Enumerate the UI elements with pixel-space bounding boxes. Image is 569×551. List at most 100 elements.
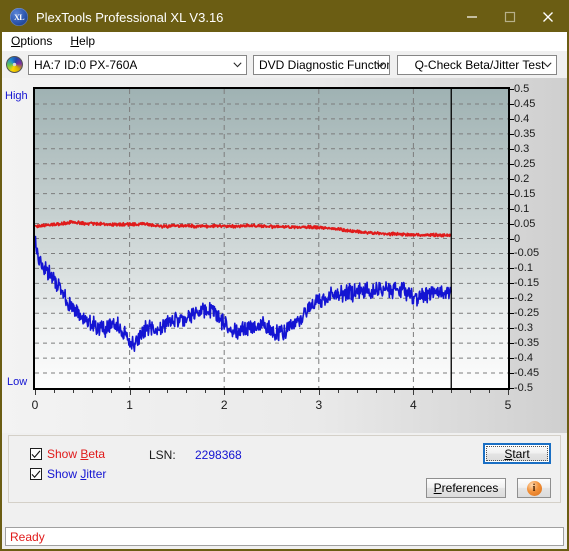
y-axis-tick-label: 0 xyxy=(514,232,521,245)
menu-help[interactable]: Help xyxy=(61,32,104,51)
test-select[interactable]: Q-Check Beta/Jitter Test xyxy=(397,54,557,75)
x-axis-minor-tick xyxy=(262,390,263,393)
y-axis-tick xyxy=(510,164,514,165)
x-axis-tick-label: 3 xyxy=(315,398,323,412)
start-button[interactable]: Start xyxy=(483,443,551,464)
statusbar: Ready xyxy=(5,527,564,546)
menu-help-label: elp xyxy=(79,34,96,48)
x-axis-minor-tick xyxy=(394,390,395,393)
y-axis-tick-label: -0.2 xyxy=(514,292,533,305)
x-axis-minor-tick xyxy=(489,390,490,393)
y-axis-tick-label: 0.25 xyxy=(514,157,536,170)
plot-inner xyxy=(35,89,508,388)
start-button-label: Start xyxy=(504,446,530,461)
x-axis-minor-tick xyxy=(186,390,187,393)
menu-options[interactable]: Options xyxy=(2,32,61,51)
maximize-icon[interactable] xyxy=(491,2,529,32)
y-axis-tick xyxy=(510,313,514,314)
show-beta-label: Show Beta xyxy=(47,447,106,461)
drive-select-label: HA:7 ID:0 PX-760A xyxy=(34,57,138,72)
y-axis-tick-label: 0.2 xyxy=(514,172,530,185)
y-axis-tick-label: -0.35 xyxy=(514,337,540,350)
axis-low-label: Low xyxy=(7,376,28,388)
x-axis-tick-label: 5 xyxy=(504,398,512,412)
info-button[interactable]: i xyxy=(517,478,551,498)
y-axis-tick xyxy=(510,89,514,90)
function-select-label: DVD Diagnostic Functions xyxy=(259,57,389,72)
y-axis-tick xyxy=(510,268,514,269)
x-axis-minor-tick xyxy=(300,390,301,393)
x-axis-minor-tick xyxy=(73,390,74,393)
x-axis-minor-tick xyxy=(376,390,377,393)
y-axis-tick-label: -0.15 xyxy=(514,277,540,290)
x-axis-minor-tick xyxy=(92,390,93,393)
chevron-down-icon xyxy=(539,56,556,74)
y-axis-tick xyxy=(510,179,514,180)
options-groupbox: Show Beta Show Jitter LSN: 2298368 Start… xyxy=(8,435,561,503)
show-jitter-row[interactable]: Show Jitter xyxy=(30,467,106,481)
optical-disc-icon xyxy=(6,56,23,73)
y-axis-tick-label: 0.15 xyxy=(514,187,536,200)
x-axis-minor-tick xyxy=(243,390,244,393)
x-axis-minor-tick xyxy=(470,390,471,393)
y-axis-tick-label: 0.1 xyxy=(514,202,530,215)
y-axis-tick-label: -0.4 xyxy=(514,352,533,365)
plot-svg xyxy=(35,89,508,388)
y-axis-tick-label: 0.4 xyxy=(514,112,530,125)
show-beta-checkbox[interactable] xyxy=(30,448,42,460)
y-axis-tick-label: 0.05 xyxy=(514,217,536,230)
y-axis-tick xyxy=(510,239,514,240)
x-axis-tick xyxy=(319,390,320,395)
x-axis-minor-tick xyxy=(167,390,168,393)
y-axis-tick-label: -0.45 xyxy=(514,367,540,380)
y-axis-tick xyxy=(510,328,514,329)
lsn-label: LSN: xyxy=(149,448,176,462)
y-axis-tick xyxy=(510,373,514,374)
show-jitter-checkbox[interactable] xyxy=(30,468,42,480)
chevron-down-icon xyxy=(229,61,246,68)
plextools-window: XL PlexTools Professional XL V3.16 Optio… xyxy=(0,0,569,551)
function-select[interactable]: DVD Diagnostic Functions xyxy=(253,54,390,75)
xl-disc-icon: XL xyxy=(10,8,28,26)
y-axis-tick xyxy=(510,224,514,225)
y-axis-tick-label: -0.1 xyxy=(514,262,533,275)
x-axis-tick-label: 1 xyxy=(126,398,133,412)
x-axis-minor-tick xyxy=(54,390,55,393)
y-axis-tick-label: -0.25 xyxy=(514,307,540,320)
close-icon[interactable] xyxy=(529,2,567,32)
x-axis-tick xyxy=(508,390,509,395)
y-axis-tick-label: 0.3 xyxy=(514,142,530,155)
y-axis-tick xyxy=(510,298,514,299)
y-axis-tick xyxy=(510,343,514,344)
y-axis-tick-label: 0.5 xyxy=(514,83,530,95)
y-axis-tick xyxy=(510,358,514,359)
y-axis-tick xyxy=(510,194,514,195)
y-axis-tick-label: -0.5 xyxy=(514,382,533,394)
y-axis-tick xyxy=(510,119,514,120)
show-beta-row[interactable]: Show Beta xyxy=(30,447,105,461)
x-axis-minor-tick xyxy=(338,390,339,393)
toolbar: HA:7 ID:0 PX-760A DVD Diagnostic Functio… xyxy=(2,51,567,78)
menubar: Options Help xyxy=(2,32,567,51)
x-axis-tick xyxy=(130,390,131,395)
minimize-icon[interactable] xyxy=(453,2,491,32)
y-axis-tick-label: -0.3 xyxy=(514,322,533,335)
drive-select[interactable]: HA:7 ID:0 PX-760A xyxy=(28,54,247,75)
x-axis-minor-tick xyxy=(451,390,452,393)
x-axis-tick xyxy=(35,390,36,395)
y-axis-tick-label: 0.45 xyxy=(514,97,536,110)
x-axis-tick-label: 4 xyxy=(410,398,417,412)
y-axis-tick xyxy=(510,209,514,210)
x-axis-tick-label: 0 xyxy=(31,398,39,412)
chart-panel: High Low 0.5 0.45 0.4 0.35 0.3 0.25 0.2 0.15 0.1… xyxy=(2,78,567,433)
bottom-panel: Show Beta Show Jitter LSN: 2298368 Start… xyxy=(2,433,567,549)
y-axis-tick xyxy=(510,388,514,389)
preferences-button[interactable]: Preferences xyxy=(426,478,506,498)
lsn-value: 2298368 xyxy=(195,448,242,462)
y-axis-tick xyxy=(510,149,514,150)
axis-high-label: High xyxy=(5,90,28,102)
window-buttons xyxy=(453,2,567,32)
beta-jitter-plot xyxy=(33,87,510,390)
window-title: PlexTools Professional XL V3.16 xyxy=(36,9,224,25)
x-axis-minor-tick xyxy=(357,390,358,393)
